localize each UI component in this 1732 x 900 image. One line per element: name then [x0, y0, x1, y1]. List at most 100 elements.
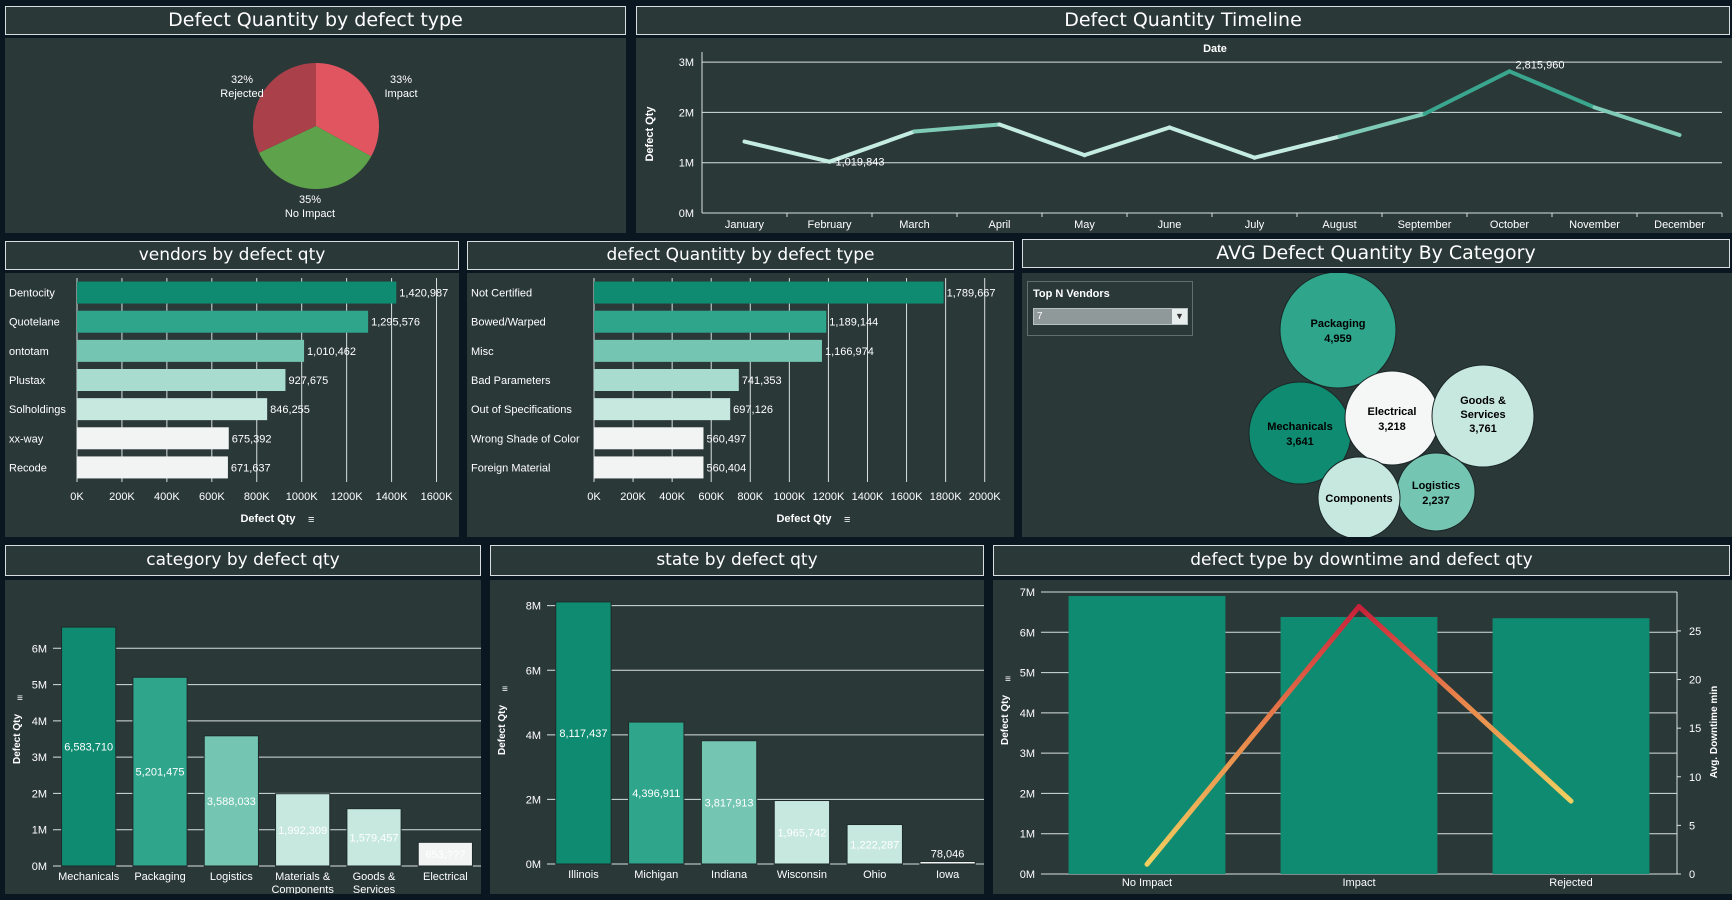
downtime-y-tick: 3M	[1020, 748, 1035, 760]
types-x-tick: 800K	[737, 491, 763, 503]
downtime-y2-tick: 5	[1689, 820, 1695, 832]
types-value-label: 1,189,144	[829, 317, 878, 329]
vendors-bar[interactable]	[77, 281, 397, 304]
chevron-down-icon[interactable]: ▼	[1172, 309, 1187, 324]
avg-panel-title: AVG Defect Quantity By Category	[1022, 239, 1730, 268]
types-x-tick: 200K	[620, 491, 646, 503]
downtime-bar[interactable]	[1068, 596, 1226, 874]
vendors-panel: 0K 200K 400K 600K 800K 1000K 1200K 1400K 1600K De…	[5, 273, 459, 537]
vendors-bar[interactable]	[77, 339, 305, 362]
vendors-x-tick: 800K	[244, 491, 270, 503]
pie-panel: 33% Impact 35% No Impact 32% Rejected	[5, 38, 626, 233]
downtime-category-label: Rejected	[1549, 877, 1592, 889]
state-value-label: 78,046	[931, 848, 965, 860]
timeline-line-segment	[912, 122, 1002, 134]
timeline-x-tick: February	[807, 219, 852, 231]
timeline-x-tick: April	[988, 219, 1010, 231]
types-bar[interactable]	[594, 369, 739, 391]
bubble-name-label: Packaging	[1310, 318, 1365, 330]
vendors-bar[interactable]	[77, 427, 229, 450]
timeline-x-tick: June	[1158, 219, 1182, 231]
vendors-bar[interactable]	[77, 398, 268, 421]
types-bar[interactable]	[594, 310, 827, 333]
vendors-x-tick: 0K	[70, 491, 84, 503]
state-value-label: 1,965,742	[777, 827, 826, 839]
vendors-value-label: 671,637	[231, 462, 271, 474]
state-category-label: Iowa	[936, 869, 960, 881]
category-category-label: Goods &	[353, 871, 396, 883]
types-value-label: 697,126	[733, 404, 773, 416]
category-value-label: 653,???	[425, 849, 465, 861]
downtime-chart: 0M 1M 2M 3M 4M 5M 6M 7M 0 5 10 15 20 25 Defect Qty ≡ Avg…	[993, 580, 1732, 894]
pie-name-label: No Impact	[285, 208, 335, 220]
vendors-x-title: Defect Qty	[240, 513, 296, 525]
types-bar[interactable]	[594, 398, 731, 421]
bubble-packaging[interactable]	[1279, 273, 1397, 389]
types-x-tick: 0K	[587, 491, 601, 503]
types-bar[interactable]	[594, 427, 704, 450]
vendors-bar[interactable]	[77, 456, 228, 479]
types-bar[interactable]	[594, 456, 704, 479]
bubble-logistics[interactable]	[1396, 452, 1476, 532]
bubble-svg: Packaging 4,959 Mechanicals 3,641 Electrical…	[1248, 273, 1535, 537]
timeline-y-tick: 1M	[679, 158, 694, 170]
category-y-tick: 3M	[32, 752, 47, 764]
types-bar[interactable]	[594, 281, 944, 304]
timeline-panel-title: Defect Quantity Timeline	[636, 6, 1730, 35]
downtime-y-tick: 2M	[1020, 788, 1035, 800]
top-n-vendors-select[interactable]: 7 ▼	[1033, 308, 1188, 325]
category-y-tick: 4M	[32, 716, 47, 728]
bubble-value-label: 3,761	[1469, 423, 1497, 435]
state-category-label: Indiana	[711, 869, 748, 881]
category-y-tick: 2M	[32, 788, 47, 800]
category-category-label: Components	[271, 884, 334, 894]
types-chart: 0K 200K 400K 600K 800K 1000K 1200K 1400K 1600K 18…	[467, 273, 1014, 537]
timeline-x-tick: October	[1490, 219, 1529, 231]
types-bar[interactable]	[594, 339, 822, 362]
vendors-category-label: Recode	[9, 462, 47, 474]
vendors-bar[interactable]	[77, 310, 369, 333]
types-x-tick: 1800K	[930, 491, 962, 503]
timeline-x-tick: March	[899, 219, 930, 231]
downtime-y2-title: Avg. Downtime min	[1709, 686, 1720, 778]
bubble-name-label: Components	[1325, 493, 1392, 505]
vendors-bar[interactable]	[77, 369, 286, 391]
category-y-tick: 0M	[32, 861, 47, 873]
top-n-vendors-filter: Top N Vendors 7 ▼	[1027, 281, 1193, 336]
downtime-y2-tick: 15	[1689, 723, 1701, 735]
timeline-x-tick: December	[1654, 219, 1705, 231]
downtime-bar[interactable]	[1492, 618, 1650, 874]
downtime-y-tick: 1M	[1020, 829, 1035, 841]
state-chart: 0M 2M 4M 6M 8M Defect Qty ≡ 8,117,437 Illinois 4,…	[490, 580, 984, 894]
category-value-label: 6,583,710	[64, 742, 113, 754]
timeline-x-tick: July	[1245, 219, 1265, 231]
category-category-label: Packaging	[134, 871, 185, 883]
category-category-label: Mechanicals	[58, 871, 120, 883]
bubble-value-label: 4,959	[1324, 333, 1352, 345]
downtime-y-tick: 7M	[1020, 587, 1035, 599]
timeline-line-segment	[742, 139, 832, 164]
bubble-name-label: Services	[1460, 409, 1505, 421]
bubble-name-label: Goods &	[1460, 395, 1506, 407]
types-category-label: Out of Specifications	[471, 404, 572, 416]
vendors-category-label: Dentocity	[9, 288, 55, 300]
vendors-category-label: Solholdings	[9, 404, 66, 416]
category-chart: 0M 1M 2M 3M 4M 5M 6M Defect Qty ≡ 6,583,710 Mechan…	[5, 580, 481, 894]
types-x-tick: 1200K	[813, 491, 845, 503]
state-bar[interactable]	[919, 860, 976, 865]
types-category-label: Not Certified	[471, 288, 532, 300]
vendors-value-label: 1,420,987	[399, 288, 448, 300]
category-y-tick: 5M	[32, 680, 47, 692]
timeline-line-segment	[1252, 134, 1342, 160]
state-y-tick: 6M	[526, 665, 541, 677]
category-category-label: Logistics	[210, 871, 253, 883]
category-y-tick: 1M	[32, 825, 47, 837]
state-value-label: 3,817,913	[705, 797, 754, 809]
vendors-panel-title: vendors by defect qty	[5, 241, 459, 270]
bubble-electrical[interactable]	[1344, 370, 1440, 466]
timeline-line-segment	[1422, 69, 1512, 116]
vendors-chart: 0K 200K 400K 600K 800K 1000K 1200K 1400K 1600K De…	[5, 273, 459, 537]
downtime-y2-tick: 20	[1689, 675, 1701, 687]
types-panel: 0K 200K 400K 600K 800K 1000K 1200K 1400K 1600K 18…	[467, 273, 1014, 537]
vendors-x-tick: 600K	[199, 491, 225, 503]
